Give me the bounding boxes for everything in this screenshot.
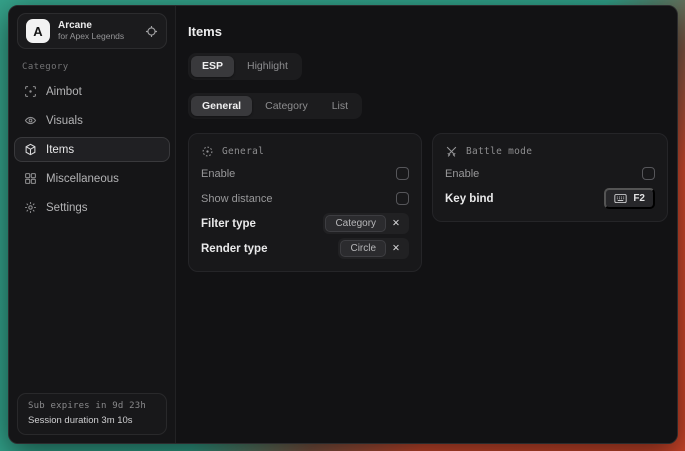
keybind-value: F2 [633,193,645,204]
sidebar-nav: Aimbot Visuals [9,77,175,222]
sidebar-item-label: Miscellaneous [46,173,119,185]
panels-area: General Enable Show distance Filter type… [188,133,668,272]
app-name: Arcane [58,20,124,31]
panel-title: General [222,146,264,157]
panel-battle-header: Battle mode [445,142,655,161]
app-subtitle: for Apex Legends [58,32,124,41]
setting-row-key-bind: Key bind F2 [445,186,655,211]
package-icon [24,143,37,156]
eye-icon [24,114,37,127]
tab-highlight[interactable]: Highlight [236,56,299,77]
tab-category[interactable]: Category [254,96,319,117]
sidebar-item-miscellaneous[interactable]: Miscellaneous [14,166,170,191]
setting-label: Render type [201,243,267,255]
setting-row-render-type: Render type Circle ✕ [201,236,409,261]
render-type-select[interactable]: Circle ✕ [338,238,409,259]
filter-type-value[interactable]: Category [325,215,386,232]
sidebar-item-label: Aimbot [46,86,82,98]
panel-general-header: General [201,142,409,161]
keybind-button[interactable]: F2 [604,188,655,209]
setting-label: Enable [201,168,235,180]
sidebar-item-settings[interactable]: Settings [14,195,170,220]
show-distance-checkbox[interactable] [396,192,409,205]
swords-icon [445,145,458,158]
brand-text: Arcane for Apex Legends [58,20,124,41]
game-backdrop: A Arcane for Apex Legends Category [0,0,685,451]
session-duration-text: Session duration 3m 10s [28,415,156,426]
mode-tab-group: ESP Highlight [188,53,302,80]
keyboard-icon [614,193,627,204]
sub-expires-text: Sub expires in 9d 23h [28,401,156,411]
sidebar-item-label: Items [46,144,74,156]
setting-row-show-distance: Show distance [201,186,409,211]
gear-icon [24,201,37,214]
tab-esp[interactable]: ESP [191,56,234,77]
panel-general: General Enable Show distance Filter type… [188,133,422,272]
battle-enable-checkbox[interactable] [642,167,655,180]
render-type-value[interactable]: Circle [340,240,386,257]
subscription-info-card: Sub expires in 9d 23h Session duration 3… [17,393,167,435]
setting-label: Enable [445,168,479,180]
sidebar-item-aimbot[interactable]: Aimbot [14,79,170,104]
setting-row-enable: Enable [201,161,409,186]
crosshair-icon [24,85,37,98]
setting-label: Show distance [201,193,273,205]
aperture-icon [201,145,214,158]
brand-card: A Arcane for Apex Legends [17,13,167,49]
page-title: Items [188,24,668,39]
sidebar-item-visuals[interactable]: Visuals [14,108,170,133]
enable-checkbox[interactable] [396,167,409,180]
sidebar: A Arcane for Apex Legends Category [9,6,176,443]
setting-label: Filter type [201,218,256,230]
setting-row-filter-type: Filter type Category ✕ [201,211,409,236]
sidebar-item-label: Visuals [46,115,83,127]
grid-icon [24,172,37,185]
panel-title: Battle mode [466,146,532,157]
view-tab-group: General Category List [188,93,362,120]
sidebar-item-label: Settings [46,202,88,214]
target-icon[interactable] [145,25,158,38]
app-window: A Arcane for Apex Legends Category [8,5,678,444]
main-content: Items ESP Highlight General Category Lis… [176,6,678,443]
sidebar-section-label: Category [22,62,162,72]
setting-row-enable: Enable [445,161,655,186]
filter-type-select[interactable]: Category ✕ [323,213,409,234]
clear-icon[interactable]: ✕ [386,219,407,229]
panel-battle-mode: Battle mode Enable Key bind [432,133,668,222]
tab-general[interactable]: General [191,96,252,117]
sidebar-item-items[interactable]: Items [14,137,170,162]
tab-list[interactable]: List [321,96,359,117]
clear-icon[interactable]: ✕ [386,244,407,254]
app-logo: A [26,19,50,43]
setting-label: Key bind [445,193,494,205]
